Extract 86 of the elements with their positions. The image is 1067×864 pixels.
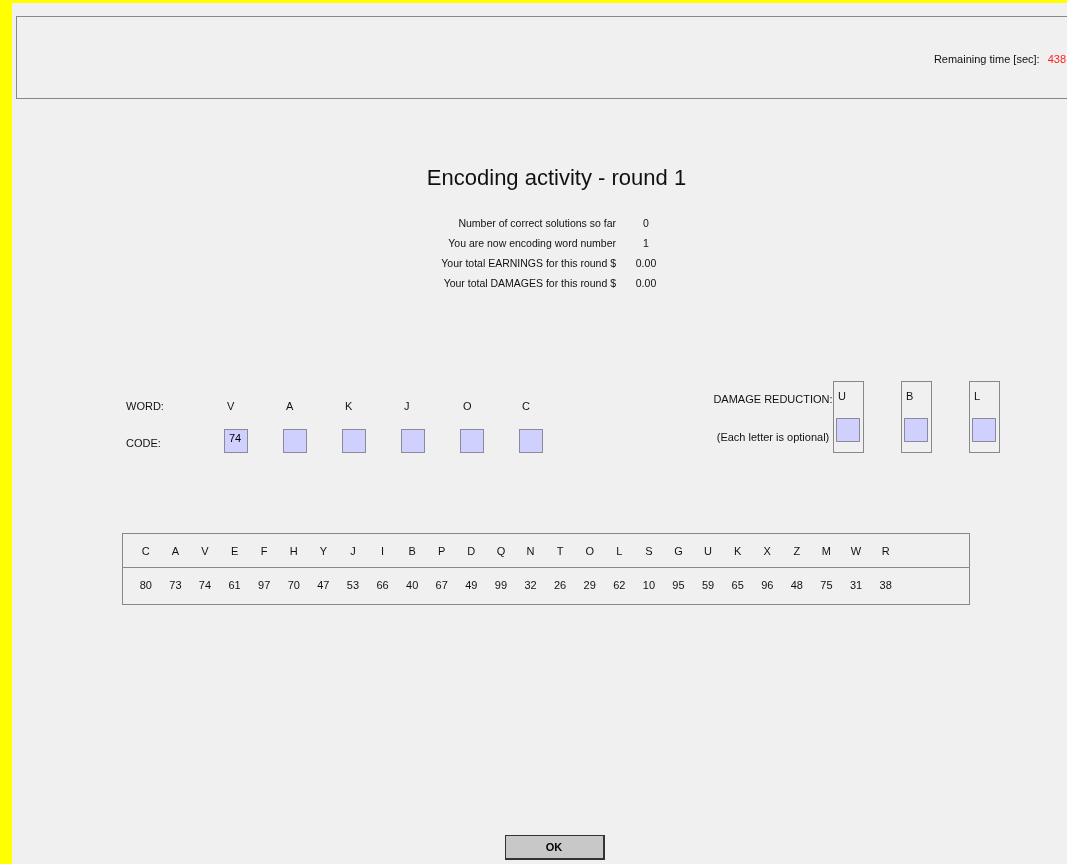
stat-label: Your total EARNINGS for this round $: [440, 257, 616, 269]
key-letter: Z: [792, 545, 802, 557]
damage-reduction-label: DAMAGE REDUCTION:: [713, 393, 833, 405]
code-input[interactable]: [342, 429, 366, 453]
word-letter: O: [462, 399, 473, 412]
stat-value: 0.00: [634, 277, 658, 289]
key-code: 99: [493, 579, 509, 591]
key-letter: D: [466, 545, 477, 557]
damage-input[interactable]: [904, 418, 928, 442]
optional-note: (Each letter is optional): [716, 431, 830, 443]
key-letter: F: [259, 545, 269, 557]
word-letter: A: [285, 399, 295, 412]
key-letter: X: [762, 545, 772, 557]
key-letter: O: [584, 545, 595, 557]
code-input[interactable]: [401, 429, 425, 453]
word-letter: V: [226, 399, 236, 412]
key-letter: Q: [495, 545, 507, 557]
key-letter: L: [615, 545, 624, 557]
key-code: 10: [641, 579, 656, 591]
damage-letter: B: [905, 390, 915, 404]
damage-input[interactable]: [972, 418, 996, 442]
key-letter: J: [349, 545, 357, 557]
damage-letter: L: [973, 390, 982, 404]
key-code: 66: [375, 579, 390, 591]
stat-value: 0: [642, 217, 650, 229]
key-code: 96: [760, 579, 775, 591]
key-letter: S: [644, 545, 654, 557]
key-code: 53: [345, 579, 361, 591]
key-code: 65: [730, 579, 745, 591]
key-letter: W: [849, 545, 863, 557]
stat-value: 1: [642, 237, 650, 249]
key-letter: Y: [318, 545, 329, 557]
page-title: Encoding activity - round 1: [425, 165, 688, 191]
key-letter: M: [820, 545, 833, 557]
key-code: 59: [700, 579, 716, 591]
key-code: 62: [612, 579, 627, 591]
key-code: 75: [819, 579, 834, 591]
key-code: 47: [316, 579, 331, 591]
key-code: 49: [464, 579, 479, 591]
key-code: 29: [582, 579, 597, 591]
key-code: 97: [257, 579, 272, 591]
code-label: CODE:: [126, 437, 162, 450]
code-input[interactable]: [519, 429, 543, 453]
key-code: 95: [671, 579, 686, 591]
key-letter: A: [170, 545, 181, 557]
stat-label: You are now encoding word number: [447, 237, 616, 249]
key-letter: R: [880, 545, 891, 557]
stat-label: Your total DAMAGES for this round $: [442, 277, 616, 289]
word-label: WORD:: [126, 399, 165, 412]
key-code: 32: [523, 579, 538, 591]
code-input[interactable]: 74: [224, 429, 248, 453]
key-code: 70: [286, 579, 301, 591]
key-code: 67: [434, 579, 449, 591]
key-letter: B: [407, 545, 417, 557]
key-letter: V: [200, 545, 210, 557]
key-letter: H: [288, 545, 299, 557]
stat-label: Number of correct solutions so far: [457, 217, 616, 229]
damage-input[interactable]: [836, 418, 860, 442]
damage-letter: U: [837, 390, 847, 404]
key-code: 31: [848, 579, 864, 591]
code-input[interactable]: [460, 429, 484, 453]
ok-button[interactable]: OK: [504, 835, 605, 860]
key-code: 40: [405, 579, 420, 591]
key-letter: T: [555, 545, 565, 557]
key-code: 38: [878, 579, 893, 591]
key-letter: P: [437, 545, 447, 557]
key-code: 80: [138, 579, 153, 591]
key-code: 48: [789, 579, 804, 591]
key-code: 74: [197, 579, 213, 591]
key-letter: E: [229, 545, 240, 557]
code-input[interactable]: [283, 429, 307, 453]
key-letter: K: [733, 545, 743, 557]
timer-value: 438: [1047, 52, 1066, 65]
word-letter: J: [403, 399, 411, 412]
key-code: 61: [227, 579, 242, 591]
stat-value: 0.00: [634, 257, 658, 269]
word-letter: K: [344, 399, 354, 412]
timer-label: Remaining time [sec]:: [933, 52, 1040, 65]
key-letter: N: [525, 545, 536, 557]
key-letter: U: [703, 545, 714, 557]
word-letter: C: [521, 399, 531, 412]
key-letter: C: [140, 545, 151, 557]
key-letter: G: [673, 545, 684, 557]
key-code: 73: [168, 579, 183, 591]
key-letter: I: [380, 545, 386, 557]
key-code: 26: [553, 579, 568, 591]
